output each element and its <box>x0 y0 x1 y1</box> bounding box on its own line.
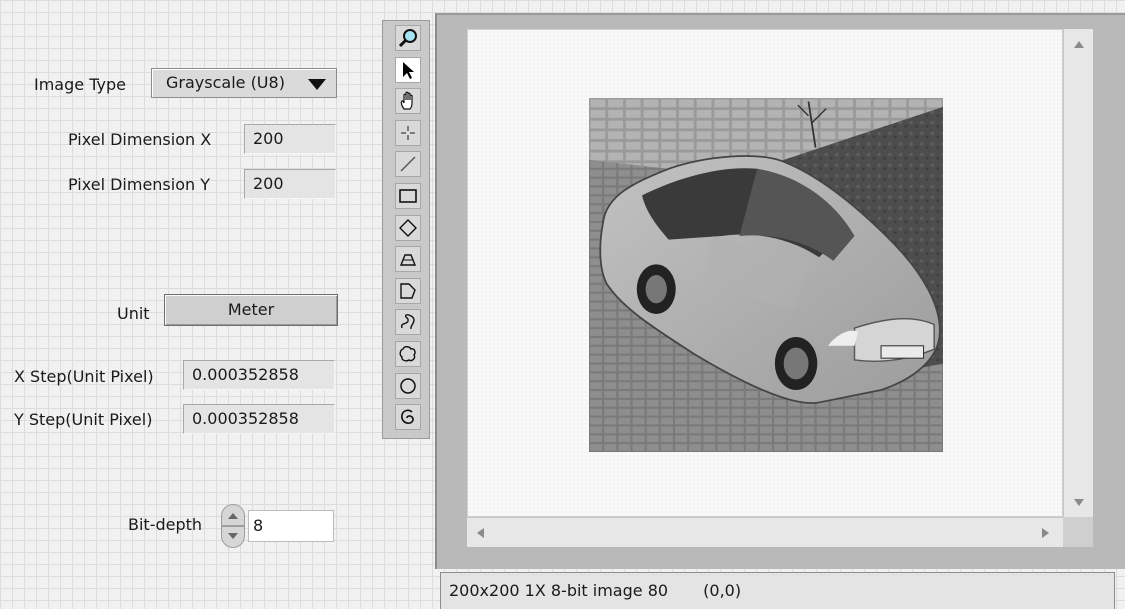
bit-depth-input[interactable]: 8 <box>248 510 334 542</box>
freehand-region-icon <box>399 346 416 362</box>
pixel-coordinates: (0,0) <box>703 581 742 600</box>
spiral-icon <box>401 409 414 424</box>
selection-tool-button[interactable] <box>395 57 421 83</box>
polygon-tool-button[interactable] <box>395 278 421 304</box>
pixel-dimension-x-label: Pixel Dimension X <box>68 130 212 149</box>
annulus-tool-button[interactable] <box>395 246 421 272</box>
horizontal-scrollbar[interactable] <box>467 517 1063 547</box>
x-step-field[interactable]: 0.000352858 <box>183 360 335 390</box>
zoom-tool-button[interactable] <box>395 25 421 51</box>
increment-arrow-icon[interactable] <box>221 504 245 526</box>
line-tool-button[interactable] <box>395 151 421 177</box>
crosshair-icon <box>401 126 415 140</box>
image-type-value: Grayscale (U8) <box>166 73 285 92</box>
scrollbar-corner <box>1063 517 1093 547</box>
oval-icon <box>400 378 416 394</box>
arrow-pointer-icon <box>403 62 414 79</box>
scroll-down-icon[interactable] <box>1074 499 1084 506</box>
spiral-tool-button[interactable] <box>395 404 421 430</box>
point-tool-button[interactable] <box>395 120 421 146</box>
scroll-up-icon[interactable] <box>1074 41 1084 48</box>
y-step-field[interactable]: 0.000352858 <box>183 404 335 434</box>
diamond-icon <box>399 219 417 237</box>
unit-label: Unit <box>117 304 150 323</box>
freehand-region-tool-button[interactable] <box>395 341 421 367</box>
pixel-dimension-y-field[interactable]: 200 <box>244 169 336 199</box>
pan-tool-button[interactable] <box>395 88 421 114</box>
pixel-dimension-y-label: Pixel Dimension Y <box>68 175 210 194</box>
image-info-text: 200x200 1X 8-bit image 80 <box>449 581 669 600</box>
scroll-right-icon[interactable] <box>1042 528 1049 538</box>
freehand-line-tool-button[interactable] <box>395 309 421 335</box>
x-step-label: X Step(Unit Pixel) <box>14 367 154 386</box>
polygon-icon <box>400 283 416 299</box>
y-step-label: Y Step(Unit Pixel) <box>14 410 153 429</box>
line-icon <box>400 156 416 172</box>
freehand-line-icon <box>400 314 415 330</box>
vertical-scrollbar[interactable] <box>1063 29 1093 517</box>
car-image <box>589 98 943 452</box>
image-info-bar: 200x200 1X 8-bit image 80 (0,0) <box>440 572 1115 609</box>
image-type-dropdown[interactable]: Grayscale (U8) <box>151 68 337 98</box>
unit-button[interactable]: Meter <box>164 294 338 326</box>
annulus-icon <box>399 254 417 266</box>
chevron-down-icon[interactable] <box>308 79 326 90</box>
rectangle-icon <box>399 189 417 203</box>
image-type-label: Image Type <box>34 75 126 94</box>
rotated-rectangle-tool-button[interactable] <box>395 215 421 241</box>
bit-depth-stepper[interactable] <box>221 504 245 548</box>
hand-icon <box>400 91 413 110</box>
magnifier-icon <box>398 29 417 48</box>
rectangle-tool-button[interactable] <box>395 183 421 209</box>
tool-palette <box>382 20 430 439</box>
oval-tool-button[interactable] <box>395 373 421 399</box>
decrement-arrow-icon[interactable] <box>221 526 245 548</box>
scroll-left-icon[interactable] <box>477 528 484 538</box>
pixel-dimension-x-field[interactable]: 200 <box>244 124 336 154</box>
bit-depth-label: Bit-depth <box>128 515 203 534</box>
